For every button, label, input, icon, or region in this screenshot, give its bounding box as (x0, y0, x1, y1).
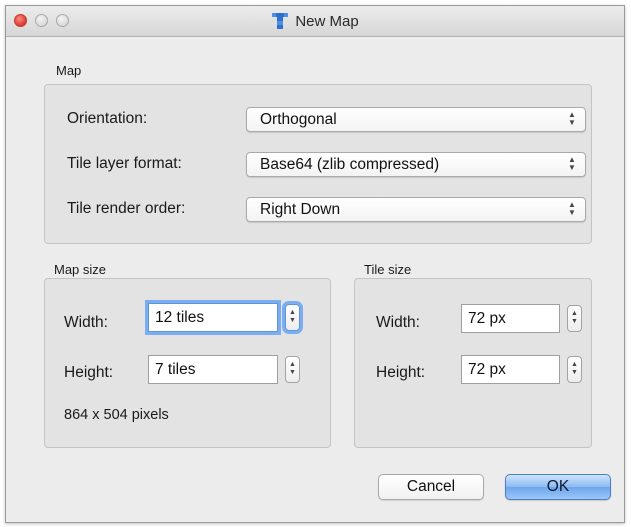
tile-size-group-title: Tile size (364, 262, 412, 277)
stepper-arrows-icon: ▲ ▼ (289, 361, 296, 376)
cancel-button[interactable]: Cancel (378, 474, 484, 500)
map-size-group-title: Map size (54, 262, 107, 277)
title-bar: New Map (6, 6, 624, 37)
stepper-arrows-icon: ▲ ▼ (571, 361, 578, 376)
window-title: New Map (295, 12, 359, 30)
tile-layer-format-value: Base64 (zlib compressed) (260, 156, 440, 173)
tile-width-input[interactable]: 72 px (461, 304, 560, 333)
tile-layer-format-label: Tile layer format: (67, 155, 182, 172)
window-title-area: New Map (6, 6, 624, 36)
tiled-app-icon (271, 12, 289, 30)
tile-render-order-select[interactable]: Right Down ▲ ▼ (246, 197, 586, 222)
tile-render-order-value: Right Down (260, 201, 341, 218)
up-down-arrows-icon: ▲ ▼ (568, 155, 576, 172)
map-height-label: Height: (64, 364, 114, 381)
tile-height-input[interactable]: 72 px (461, 355, 560, 384)
up-down-arrows-icon: ▲ ▼ (568, 200, 576, 217)
tile-width-label: Width: (376, 314, 420, 331)
ok-button[interactable]: OK (505, 474, 611, 500)
map-width-input[interactable]: 12 tiles (148, 303, 278, 332)
map-pixel-size-text: 864 x 504 pixels (64, 407, 169, 423)
orientation-select[interactable]: Orthogonal ▲ ▼ (246, 107, 586, 132)
orientation-label: Orientation: (67, 110, 148, 127)
tile-height-label: Height: (376, 364, 426, 381)
map-width-stepper[interactable]: ▲ ▼ (285, 304, 300, 331)
stepper-arrows-icon: ▲ ▼ (289, 309, 296, 324)
orientation-select-value: Orthogonal (260, 111, 337, 128)
new-map-dialog: New Map Map Orientation: Orthogonal ▲ ▼ T… (5, 5, 625, 523)
tile-render-order-label: Tile render order: (67, 200, 186, 217)
map-width-label: Width: (64, 314, 108, 331)
map-group-title: Map (56, 63, 82, 78)
stepper-arrows-icon: ▲ ▼ (571, 310, 578, 325)
tile-height-stepper[interactable]: ▲ ▼ (567, 356, 582, 383)
tile-width-stepper[interactable]: ▲ ▼ (567, 305, 582, 332)
up-down-arrows-icon: ▲ ▼ (568, 110, 576, 127)
tile-layer-format-select[interactable]: Base64 (zlib compressed) ▲ ▼ (246, 152, 586, 177)
map-height-stepper[interactable]: ▲ ▼ (285, 356, 300, 383)
map-height-input[interactable]: 7 tiles (148, 355, 278, 384)
